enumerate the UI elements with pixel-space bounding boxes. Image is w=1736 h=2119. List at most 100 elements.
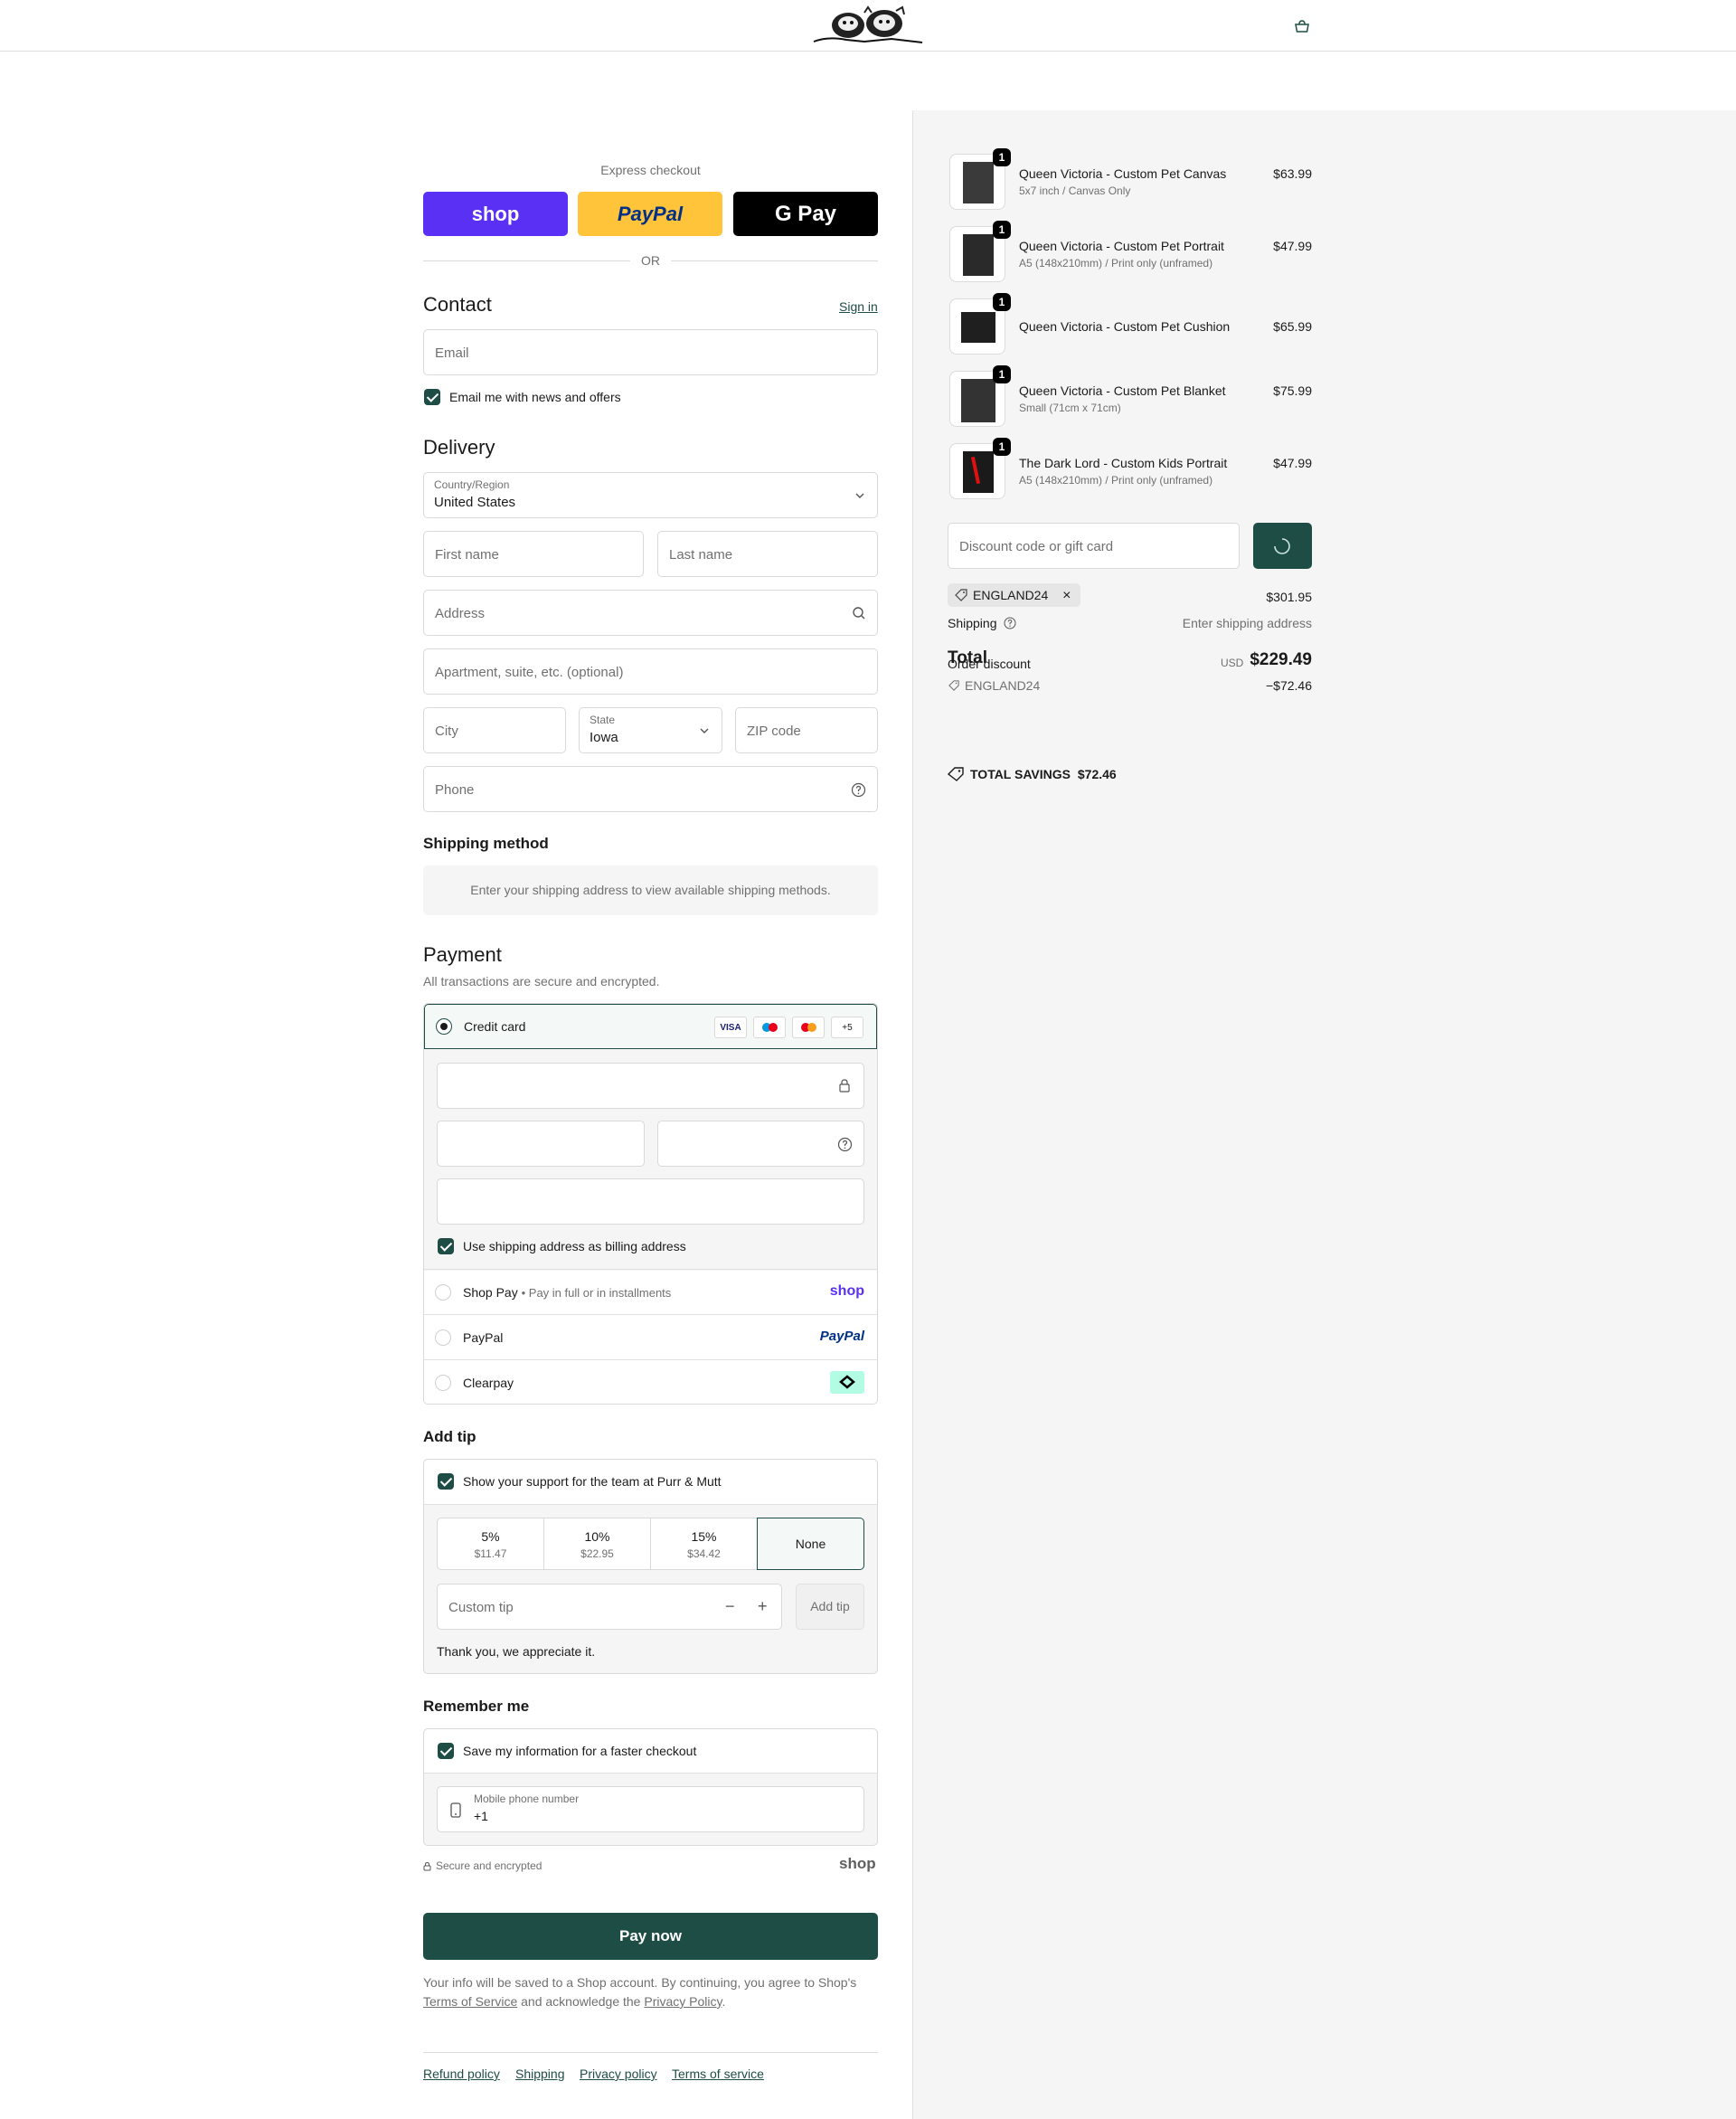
tip-support-checkbox[interactable] [438,1473,454,1490]
news-checkbox[interactable] [424,389,440,405]
tip-option-15[interactable]: 15% $34.42 [650,1518,758,1570]
credit-card-option[interactable]: Credit card VISA +5 [424,1004,877,1049]
footer-link-refund[interactable]: Refund policy [423,2067,500,2081]
clearpay-option[interactable]: Clearpay [424,1359,877,1404]
city-field[interactable]: City [423,707,566,753]
sign-in-link[interactable]: Sign in [839,299,878,314]
privacy-link[interactable]: Privacy Policy [644,1994,722,2009]
visa-icon: VISA [714,1017,747,1038]
total-savings: TOTAL SAVINGS $72.46 [970,767,1117,781]
last-name-field[interactable]: Last name [657,531,878,577]
tip-option-5[interactable]: 5% $11.47 [437,1518,544,1570]
shop-logo: shop [839,1855,876,1872]
email-placeholder: Email [435,345,469,361]
paypal-radio[interactable] [435,1329,451,1346]
google-pay-button-label: G Pay [774,201,837,226]
header [0,0,1736,52]
paypal-button[interactable]: PayPal [578,192,722,236]
item-title: The Dark Lord - Custom Kids Portrait [1019,456,1228,470]
tip-support-label: Show your support for the team at Purr &… [463,1474,722,1489]
address-field[interactable]: Address [423,590,878,636]
news-label: Email me with news and offers [449,390,621,404]
footer-link-shipping[interactable]: Shipping [515,2067,565,2081]
tip-option-amount: $34.42 [687,1547,721,1560]
help-circle-icon[interactable] [851,782,866,798]
remove-code-icon[interactable]: × [1062,588,1071,603]
zip-placeholder: ZIP code [747,724,801,739]
item-variant: A5 (148x210mm) / Print only (unframed) [1019,474,1213,487]
divider-left [423,260,630,261]
footer-link-terms[interactable]: Terms of service [672,2067,764,2081]
google-pay-button[interactable]: G Pay [733,192,878,236]
discount-placeholder: Discount code or gift card [959,539,1114,554]
phone-field[interactable]: Phone [423,766,878,812]
payment-methods: Credit card VISA +5 Use shipping address… [423,1003,878,1405]
country-select[interactable]: Country/Region United States [423,472,878,518]
mobile-phone-field[interactable]: Mobile phone number +1 [437,1786,864,1832]
state-select[interactable]: State Iowa [579,707,722,753]
tip-option-pct: None [795,1537,826,1551]
remember-heading: Remember me [423,1698,530,1715]
email-field[interactable]: Email [423,329,878,375]
pay-now-button[interactable]: Pay now [423,1913,878,1960]
custom-tip-field[interactable]: Custom tip − + [437,1584,782,1630]
item-price: $47.99 [1273,239,1312,253]
decrease-tip-button[interactable]: − [725,1597,735,1616]
first-name-field[interactable]: First name [423,531,644,577]
country-label: Country/Region [434,478,510,491]
applied-code-chip: ENGLAND24 × [948,583,1080,607]
lock-icon [423,1861,431,1871]
footer-link-privacy[interactable]: Privacy policy [580,2067,657,2081]
save-info-checkbox[interactable] [438,1743,454,1759]
legal-text-1: Your info will be saved to a Shop accoun… [423,1975,857,1990]
add-tip-button[interactable]: Add tip [796,1584,864,1630]
tip-option-10[interactable]: 10% $22.95 [543,1518,651,1570]
shop-pay-radio[interactable] [435,1284,451,1301]
terms-link[interactable]: Terms of Service [423,1994,517,2009]
zip-field[interactable]: ZIP code [735,707,878,753]
increase-tip-button[interactable]: + [758,1597,768,1616]
help-circle-icon[interactable] [1004,617,1016,629]
security-code-field[interactable] [657,1121,864,1167]
secure-label: Secure and encrypted [436,1859,542,1872]
tag-icon [948,680,959,691]
paypal-logo: PayPal [819,1329,864,1344]
total-savings-value: $72.46 [1077,767,1117,781]
tip-option-none[interactable]: None [757,1518,864,1570]
name-on-card-field[interactable] [437,1178,864,1225]
apply-discount-button[interactable] [1253,523,1312,569]
quantity-badge: 1 [993,148,1011,166]
billing-checkbox[interactable] [438,1238,454,1254]
chevron-down-icon [700,728,709,733]
quantity-badge: 1 [993,365,1011,383]
item-title: Queen Victoria - Custom Pet Blanket [1019,383,1226,398]
shop-pay-option[interactable]: Shop Pay • Pay in full or in installment… [424,1269,877,1314]
brand-logo[interactable] [810,5,926,43]
item-title: Queen Victoria - Custom Pet Portrait [1019,239,1224,253]
legal-text-2: and acknowledge the [521,1994,641,2009]
custom-tip-placeholder: Custom tip [448,1600,514,1615]
legal-text: Your info will be saved to a Shop accoun… [423,1973,878,2011]
clearpay-radio[interactable] [435,1375,451,1391]
maestro-icon [753,1017,786,1038]
discount-code-field[interactable]: Discount code or gift card [948,523,1240,569]
clearpay-label: Clearpay [463,1376,514,1390]
apartment-field[interactable]: Apartment, suite, etc. (optional) [423,648,878,695]
help-circle-icon[interactable] [837,1137,853,1152]
quantity-badge: 1 [993,293,1011,311]
shopping-bag-icon[interactable] [1293,18,1311,34]
divider-right [671,260,878,261]
paypal-button-label: PayPal [617,202,684,225]
legal-text-3: . [722,1994,726,2009]
card-number-field[interactable] [437,1063,864,1109]
chevron-down-icon [855,493,864,498]
city-placeholder: City [435,724,458,739]
mastercard-icon [792,1017,825,1038]
card-form: Use shipping address as billing address [424,1049,877,1271]
credit-card-radio[interactable] [436,1018,452,1035]
shop-pay-button[interactable]: shop [423,192,568,236]
paypal-option[interactable]: PayPal PayPal [424,1314,877,1359]
tip-option-pct: 5% [481,1529,500,1544]
mobile-phone-label: Mobile phone number [474,1793,580,1805]
expiry-field[interactable] [437,1121,645,1167]
